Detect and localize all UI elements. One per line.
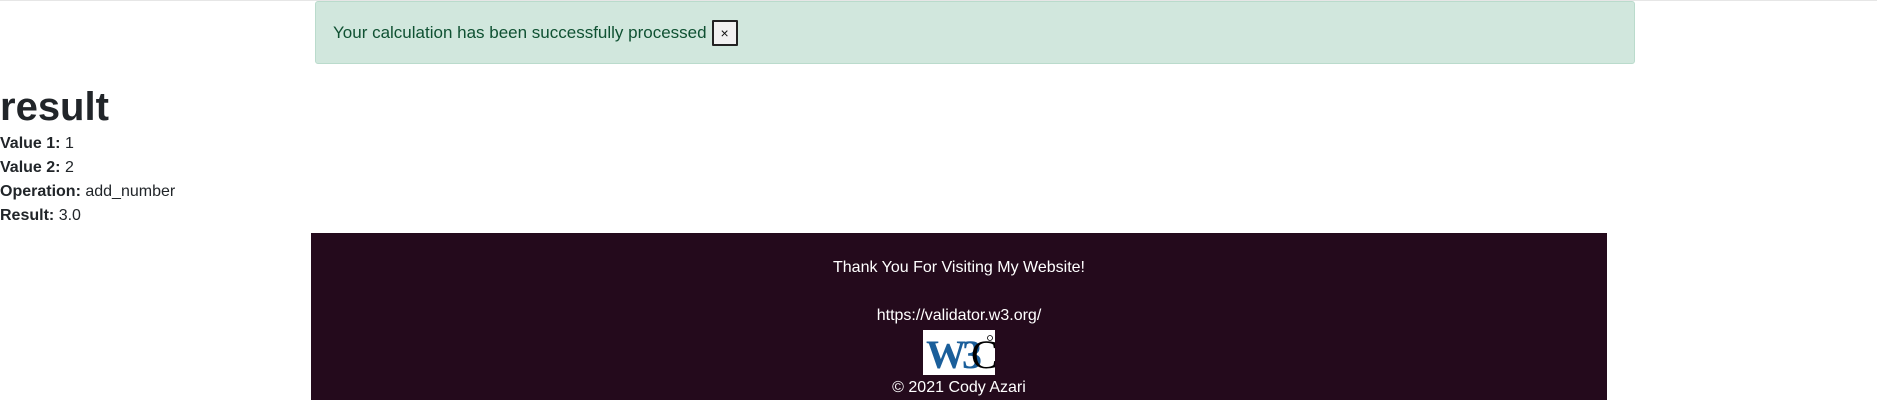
page-title: result [0,85,109,129]
w3c-logo-icon[interactable]: W3 C [923,330,998,377]
result-label: Result: [0,207,55,224]
value1-row: Value 1: 1 [0,132,175,156]
svg-text:C: C [971,332,995,375]
value2-row: Value 2: 2 [0,156,175,180]
validator-link[interactable]: https://validator.w3.org/ [311,307,1607,325]
result-section: result Value 1: 1 Value 2: 2 Operation: … [0,82,175,228]
alert-message: Your calculation has been successfully p… [333,22,707,42]
operation-row: Operation: add_number [0,180,175,204]
copyright-text: © 2021 Cody Azari [892,379,1026,396]
result-value: 3.0 [58,207,81,224]
value1-value: 1 [64,135,74,152]
success-alert: Your calculation has been successfully p… [315,1,1635,64]
footer: Thank You For Visiting My Website! https… [311,233,1607,400]
close-alert-button[interactable]: × [711,19,738,46]
operation-value: add_number [85,183,176,200]
result-row: Result: 3.0 [0,204,175,228]
value2-value: 2 [64,159,74,176]
value1-label: Value 1: [0,135,61,152]
footer-thanks-text: Thank You For Visiting My Website! [833,259,1085,276]
value2-label: Value 2: [0,159,61,176]
operation-label: Operation: [0,183,81,200]
